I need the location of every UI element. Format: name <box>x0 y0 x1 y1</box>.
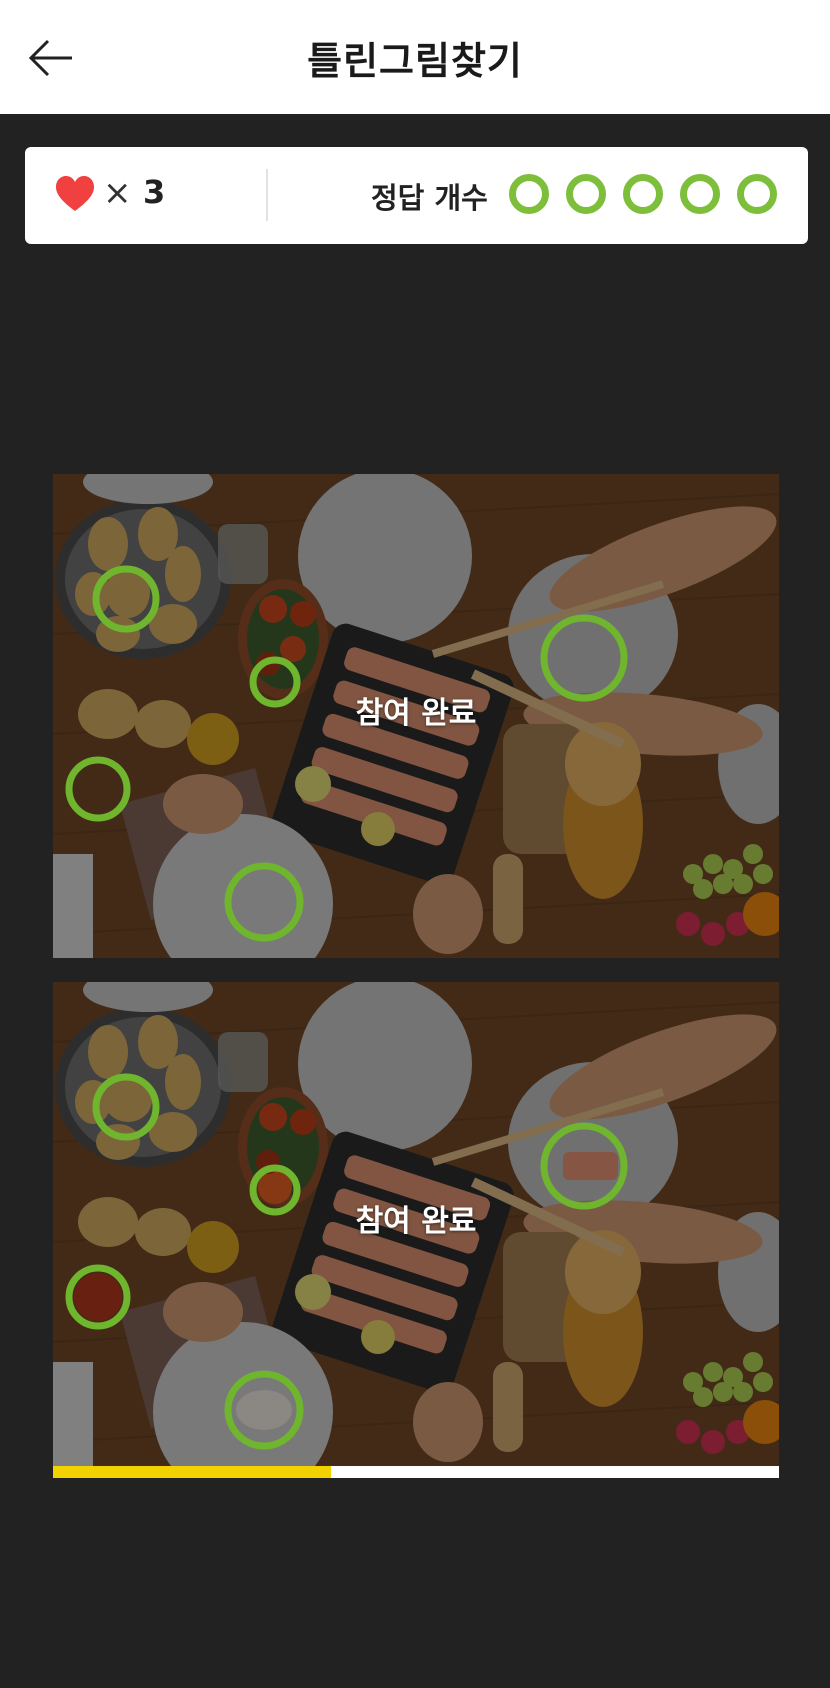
page-title: 틀린그림찾기 <box>307 39 523 83</box>
answer-slot <box>509 174 549 214</box>
lives-count: 3 <box>143 173 166 211</box>
picture-panel-top[interactable]: 참여 완료 <box>53 474 779 958</box>
completed-overlay-text: 참여 완료 <box>355 1204 477 1239</box>
completed-overlay-text: 참여 완료 <box>355 696 477 731</box>
answer-slot <box>566 174 606 214</box>
picture-panel-bottom[interactable]: 참여 완료 <box>53 982 779 1466</box>
status-divider <box>266 169 268 221</box>
answer-slot <box>623 174 663 214</box>
answer-count-label: 정답 개수 <box>371 181 488 215</box>
time-progress-fill <box>53 1466 332 1478</box>
answer-slots <box>509 174 777 214</box>
heart-icon <box>56 176 94 211</box>
app-header: 틀린그림찾기 <box>0 0 830 114</box>
times-symbol: × <box>103 173 132 213</box>
answer-slot <box>680 174 720 214</box>
time-progress-bar <box>53 1466 779 1478</box>
answer-slot <box>737 174 777 214</box>
status-bar: × 3 정답 개수 <box>25 147 808 244</box>
